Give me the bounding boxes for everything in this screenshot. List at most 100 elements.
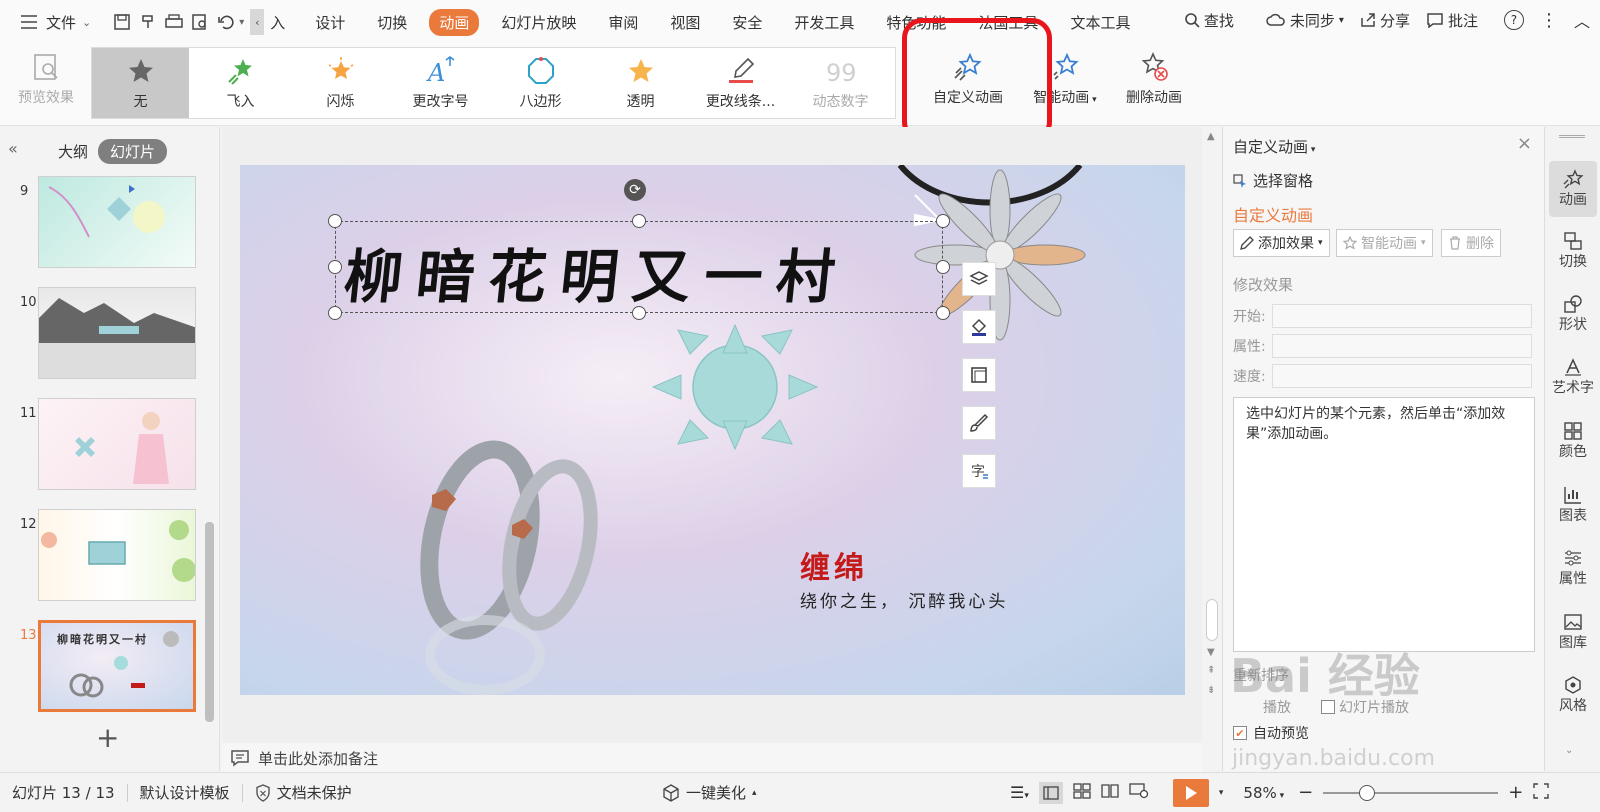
animation-list[interactable]: 选中幻灯片的某个元素，然后单击“添加效果”添加动画。 <box>1233 397 1535 652</box>
search-button[interactable]: 查找 <box>1184 10 1234 31</box>
text-wrap-button[interactable]: 字 <box>962 454 996 488</box>
canvas-vertical-scrollbar[interactable]: ▲ ▼ ⇞ ⇟ <box>1204 127 1220 771</box>
scroll-thumb[interactable] <box>1206 599 1218 641</box>
side-tool-shape[interactable]: 形状 <box>1549 286 1597 342</box>
play-slideshow-button[interactable] <box>1172 778 1209 807</box>
tab-review[interactable]: 审阅 <box>598 9 648 36</box>
zoom-in-icon[interactable]: + <box>1508 782 1523 803</box>
slide-thumbnail[interactable]: 12 <box>10 509 200 603</box>
anim-change-line[interactable]: 更改线条... <box>692 51 789 123</box>
outline-button[interactable] <box>962 358 996 392</box>
anim-fly-in[interactable]: 飞入 <box>192 51 289 123</box>
preview-effect-button[interactable]: 预览效果 <box>10 47 82 119</box>
print-button[interactable] <box>161 9 187 35</box>
zoom-slider-knob[interactable] <box>1359 784 1376 801</box>
presenter-view-icon[interactable] <box>1129 782 1149 803</box>
resize-handle-tl[interactable] <box>328 214 342 228</box>
tab-outline[interactable]: 大纲 <box>58 141 88 162</box>
side-tool-color[interactable]: 颜色 <box>1549 413 1597 469</box>
template-name[interactable]: 默认设计模板 <box>128 782 242 803</box>
print-preview-button[interactable] <box>187 9 213 35</box>
sync-button[interactable]: 未同步 ▾ <box>1266 10 1344 31</box>
reading-view-icon[interactable] <box>1101 783 1119 803</box>
side-tool-animation[interactable]: 动画 <box>1549 161 1597 217</box>
delete-animation-button[interactable]: 删除动画 <box>1112 47 1196 119</box>
zoom-out-icon[interactable]: − <box>1298 782 1313 803</box>
tab-design[interactable]: 设计 <box>305 9 355 36</box>
fill-button[interactable] <box>962 310 996 344</box>
resize-handle-ml[interactable] <box>328 260 342 274</box>
undo-dropdown-icon[interactable]: ▾ <box>239 17 244 28</box>
tab-animation[interactable]: 动画 <box>429 8 480 36</box>
slide[interactable]: 柳暗花明又一村 ⟳ 缠绵 绕你之生， 沉醉我心头 <box>240 165 1185 695</box>
zoom-slider[interactable] <box>1323 784 1499 801</box>
collapse-ribbon-icon[interactable]: ︿ <box>1574 8 1590 32</box>
notes-bar[interactable]: 单击此处添加备注 <box>222 743 1202 773</box>
file-menu[interactable]: 文件 ⌄ <box>14 8 97 36</box>
layers-button[interactable] <box>962 262 996 296</box>
tab-developer[interactable]: 开发工具 <box>784 9 864 36</box>
anim-flash[interactable]: 闪烁 <box>292 51 389 123</box>
side-tool-style[interactable]: 风格 <box>1549 667 1597 723</box>
speed-dropdown[interactable] <box>1271 364 1532 388</box>
resize-handle-tm[interactable] <box>632 214 646 228</box>
thumbnail-scrollbar[interactable] <box>205 522 214 722</box>
format-brush-button[interactable] <box>962 406 996 440</box>
slide-subtitle[interactable]: 缠绵 <box>800 543 868 587</box>
slide-sorter-icon[interactable] <box>1073 782 1091 803</box>
resize-handle-br[interactable] <box>936 306 950 320</box>
undo-button[interactable] <box>213 9 239 35</box>
resize-handle-mr[interactable] <box>936 260 950 274</box>
rotate-handle-icon[interactable]: ⟳ <box>624 179 646 201</box>
fit-window-icon[interactable] <box>1533 782 1550 803</box>
side-tool-chart[interactable]: 图表 <box>1549 477 1597 533</box>
document-protection[interactable]: 文档未保护 <box>243 782 364 803</box>
normal-view-icon[interactable] <box>1038 781 1063 804</box>
zoom-level[interactable]: 58% ▾ <box>1243 784 1284 802</box>
slide-thumbnail-active[interactable]: 13 柳暗花明又一村 <box>10 620 200 714</box>
delete-effect-button[interactable]: 删除 <box>1441 229 1501 257</box>
anim-octagon[interactable]: 八边形 <box>492 51 589 123</box>
tab-security[interactable]: 安全 <box>722 9 772 36</box>
slide-thumbnail[interactable]: 11 <box>10 398 200 492</box>
resize-handle-bl[interactable] <box>328 306 342 320</box>
tab-slideshow[interactable]: 幻灯片放映 <box>491 9 586 36</box>
help-icon[interactable]: ? <box>1503 10 1524 30</box>
more-icon[interactable]: ⋮ <box>1540 10 1558 31</box>
side-tool-property[interactable]: 属性 <box>1549 540 1597 596</box>
selection-pane-button[interactable]: 选择窗格 <box>1233 170 1313 191</box>
start-dropdown[interactable] <box>1271 304 1532 328</box>
smart-animation-pane-button[interactable]: 智能动画 ▾ <box>1336 229 1433 257</box>
side-toolbar-expand-icon[interactable]: ⌄ <box>1565 745 1573 756</box>
slide-thumbnail[interactable]: 9 <box>10 176 200 270</box>
pane-title[interactable]: 自定义动画 ▾ <box>1233 136 1315 157</box>
anim-change-font-size[interactable]: A 更改字号 <box>392 51 489 123</box>
tab-text-tools[interactable]: 文本工具 <box>1060 9 1140 36</box>
add-effect-button[interactable]: 添加效果 ▾ <box>1233 229 1330 257</box>
format-painter-button[interactable] <box>135 9 161 35</box>
comment-button[interactable]: 批注 <box>1426 10 1478 31</box>
next-page-icon[interactable]: ⇟ <box>1207 685 1215 696</box>
beautify-button[interactable]: 一键美化 ▴ <box>650 782 769 803</box>
collapse-panel-icon[interactable]: « <box>8 139 18 158</box>
tab-view[interactable]: 视图 <box>660 9 710 36</box>
scroll-down-icon[interactable]: ▼ <box>1207 647 1215 658</box>
menu-input-tab[interactable]: 入 <box>264 8 291 36</box>
previous-page-icon[interactable]: ⇞ <box>1207 665 1215 676</box>
anim-dynamic-number[interactable]: 99 动态数字 <box>792 51 889 123</box>
slide-tagline[interactable]: 绕你之生， 沉醉我心头 <box>800 587 1008 612</box>
side-tool-transition[interactable]: 切换 <box>1549 223 1597 279</box>
notes-view-icon[interactable]: ☰▾ <box>1010 783 1029 802</box>
anim-transparent[interactable]: 透明 <box>592 51 689 123</box>
resize-handle-bm[interactable] <box>632 306 646 320</box>
collapse-menu-button[interactable]: ‹ <box>250 9 265 35</box>
side-tool-gallery[interactable]: 图库 <box>1549 604 1597 660</box>
save-button[interactable] <box>109 9 135 35</box>
anim-none[interactable]: 无 <box>92 51 189 123</box>
tab-slides[interactable]: 幻灯片 <box>98 139 168 164</box>
slide-thumbnail[interactable]: 10 <box>10 287 200 381</box>
share-button[interactable]: 分享 <box>1360 10 1410 31</box>
auto-preview-checkbox[interactable]: ✔ 自动预览 <box>1233 723 1309 743</box>
scroll-up-icon[interactable]: ▲ <box>1207 131 1215 142</box>
chevron-down-icon[interactable]: ▾ <box>1219 788 1224 798</box>
